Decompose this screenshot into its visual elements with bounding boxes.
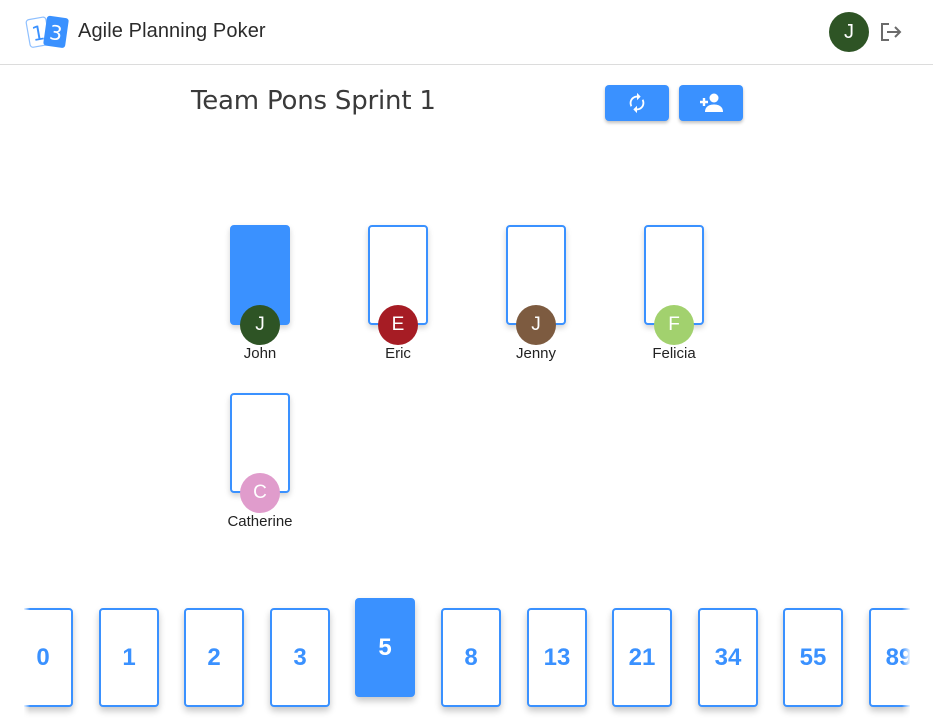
player-seat-eric: E Eric bbox=[348, 225, 448, 365]
reset-votes-button[interactable] bbox=[605, 85, 669, 121]
card-deck[interactable]: 0 1 2 3 5 8 13 21 34 55 89 bbox=[24, 585, 910, 726]
deck-card-13[interactable]: 13 bbox=[527, 608, 587, 707]
player-seat-john: J John bbox=[210, 225, 310, 365]
refresh-icon bbox=[629, 92, 645, 114]
invite-player-button[interactable] bbox=[679, 85, 743, 121]
player-avatar: E bbox=[378, 305, 418, 345]
person-add-icon bbox=[700, 93, 723, 112]
player-avatar: J bbox=[240, 305, 280, 345]
player-seat-jenny: J Jenny bbox=[486, 225, 586, 365]
user-avatar[interactable]: J bbox=[829, 12, 869, 52]
player-name: Jenny bbox=[515, 345, 557, 362]
player-avatar: J bbox=[516, 305, 556, 345]
deck-card-55[interactable]: 55 bbox=[783, 608, 843, 707]
deck-card-5-selected[interactable]: 5 bbox=[355, 598, 415, 697]
logo-icon: 1 3 bbox=[25, 15, 69, 48]
deck-card-8[interactable]: 8 bbox=[441, 608, 501, 707]
logout-button[interactable] bbox=[878, 20, 904, 44]
deck-card-3[interactable]: 3 bbox=[270, 608, 330, 707]
player-name: John bbox=[243, 345, 277, 362]
player-seat-felicia: F Felicia bbox=[624, 225, 724, 365]
session-title: Team Pons Sprint 1 bbox=[191, 86, 436, 116]
deck-card-21[interactable]: 21 bbox=[612, 608, 672, 707]
player-avatar: C bbox=[240, 473, 280, 513]
player-name: Eric bbox=[385, 345, 411, 362]
player-name: Felicia bbox=[652, 345, 696, 362]
player-name: Catherine bbox=[227, 513, 293, 530]
app-header: 1 3 Agile Planning Poker J bbox=[0, 0, 933, 65]
deck-card-89[interactable]: 89 bbox=[869, 608, 910, 707]
logout-icon bbox=[881, 23, 902, 41]
deck-card-0[interactable]: 0 bbox=[24, 608, 73, 707]
deck-card-1[interactable]: 1 bbox=[99, 608, 159, 707]
player-seat-catherine: C Catherine bbox=[210, 393, 310, 533]
app-title: Agile Planning Poker bbox=[78, 20, 266, 42]
player-avatar: F bbox=[654, 305, 694, 345]
deck-card-2[interactable]: 2 bbox=[184, 608, 244, 707]
deck-card-34[interactable]: 34 bbox=[698, 608, 758, 707]
